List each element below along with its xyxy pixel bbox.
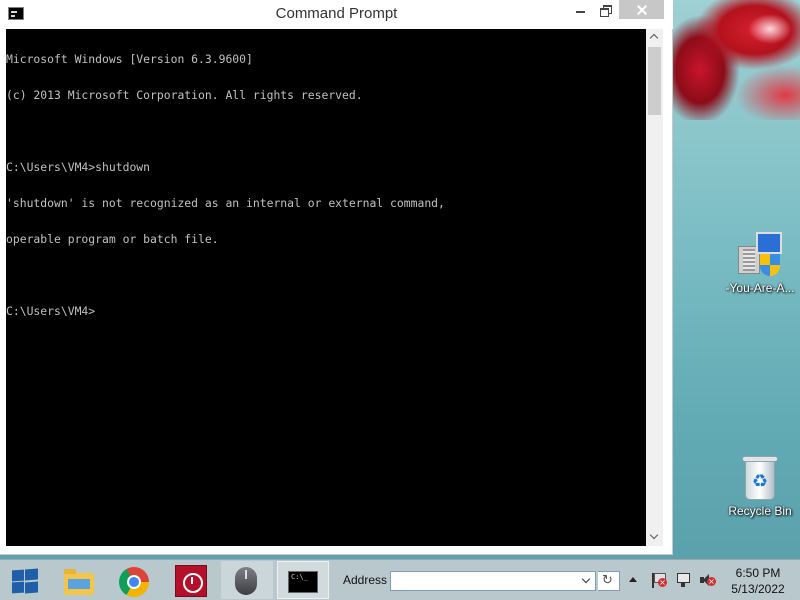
console-line: 'shutdown' is not recognized as an inter… [6,196,445,210]
file-explorer-icon[interactable] [62,566,94,596]
address-dropdown-icon[interactable] [580,572,594,590]
volume-muted-icon: × [707,577,716,586]
refresh-icon[interactable] [598,571,620,591]
console-line: (c) 2013 Microsoft Corporation. All righ… [6,88,363,102]
taskbar: Address × × 6:50 PM 5/13/2022 [0,559,800,600]
scroll-thumb[interactable] [648,47,661,115]
minimize-button[interactable] [568,0,592,20]
desktop-icon-recycle-bin[interactable]: Recycle Bin [720,456,800,518]
system-clock[interactable]: 6:50 PM 5/13/2022 [728,565,788,597]
flag-alert-icon: × [658,578,667,587]
command-prompt-window: Command Prompt Microsoft Windows [Versio… [0,0,673,555]
vertical-scrollbar[interactable] [646,29,663,546]
console-line: operable program or batch file. [6,232,219,246]
title-bar[interactable]: Command Prompt [0,0,673,29]
command-prompt-icon [288,571,318,593]
desktop-icon-label: -You-Are-A... [725,281,795,295]
windows-logo-icon [12,569,24,582]
mouse-icon [235,567,257,595]
console-output[interactable]: Microsoft Windows [Version 6.3.9600] (c)… [6,29,646,546]
address-label: Address [343,573,388,587]
taskbar-mouse-app[interactable] [221,561,273,599]
taskbar-command-prompt[interactable] [277,561,329,599]
close-button[interactable] [619,0,664,19]
maximize-button[interactable] [594,0,618,20]
show-hidden-icons-icon[interactable] [627,574,639,586]
installer-icon [736,232,784,278]
alarm-clock-icon[interactable] [175,565,207,597]
scroll-down-button[interactable] [646,529,663,546]
start-button[interactable] [8,568,42,594]
chrome-icon[interactable] [119,567,149,597]
clock-date: 5/13/2022 [731,582,785,596]
clock-time: 6:50 PM [735,566,781,580]
network-icon[interactable] [675,572,691,588]
address-input[interactable] [390,571,596,591]
console-line: Microsoft Windows [Version 6.3.9600] [6,52,253,66]
console-line: C:\Users\VM4>shutdown [6,160,151,174]
scroll-up-button[interactable] [646,29,663,46]
desktop-icon-label: Recycle Bin [728,504,792,518]
recycle-bin-icon [742,456,778,500]
wallpaper-flower-highlight [748,14,792,44]
console-prompt: C:\Users\VM4> [6,304,96,318]
desktop-icon-installer[interactable]: -You-Are-A... [720,232,800,295]
